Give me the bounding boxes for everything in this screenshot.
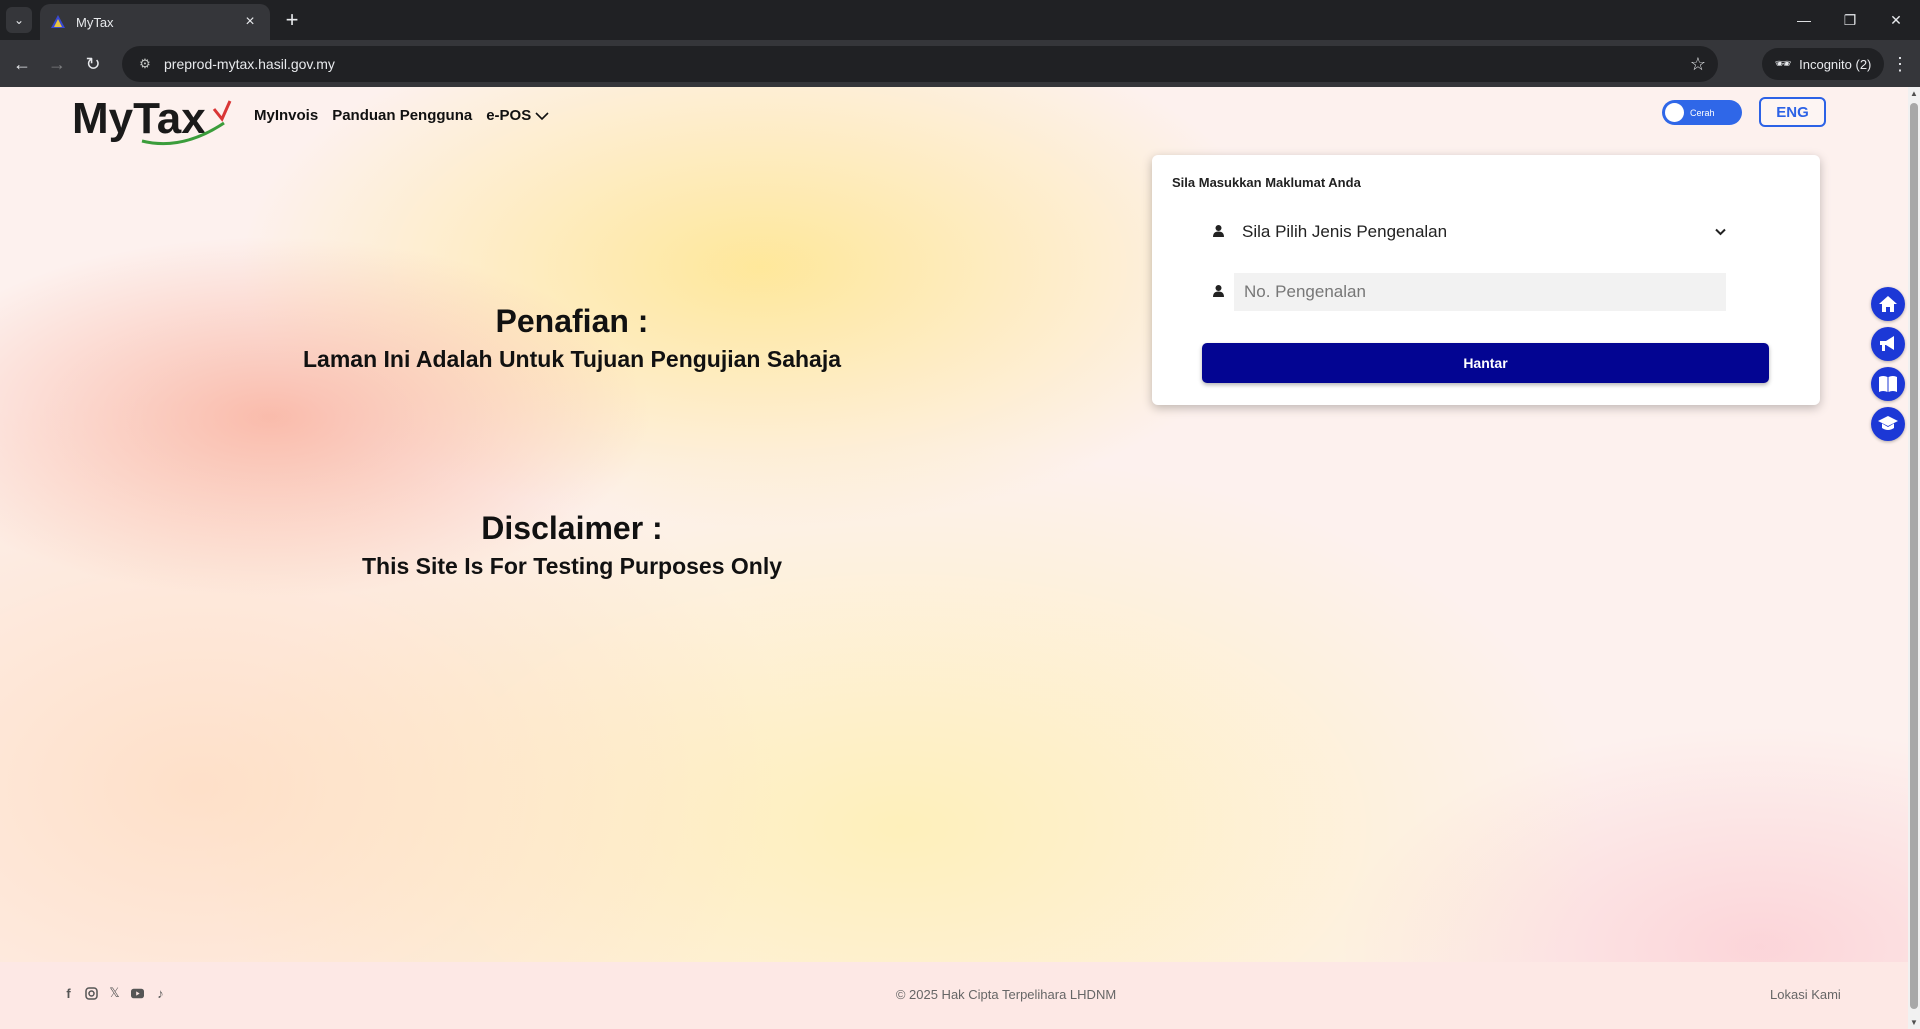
- tab-search-chevron-icon[interactable]: ⌄: [6, 7, 32, 33]
- chevron-down-icon: [1708, 225, 1732, 239]
- toggle-knob: [1665, 103, 1684, 122]
- nav-epos-label: e-POS: [486, 107, 532, 124]
- browser-tab[interactable]: MyTax ×: [40, 4, 270, 40]
- bookmark-star-icon[interactable]: ☆: [1678, 54, 1718, 75]
- malay-disclaimer-text: Laman Ini Adalah Untuk Tujuan Pengujian …: [302, 346, 842, 372]
- forward-arrow-icon[interactable]: →: [43, 50, 71, 78]
- user-icon: [1202, 224, 1234, 240]
- english-disclaimer: Disclaimer : This Site Is For Testing Pu…: [270, 510, 874, 580]
- browser-tabstrip: ⌄ MyTax × + — ❐ ✕: [0, 0, 1920, 40]
- page-scrollbar[interactable]: ▲ ▼: [1908, 87, 1920, 1029]
- incognito-icon: 🕶: [1774, 56, 1792, 71]
- user-icon: [1202, 284, 1234, 300]
- id-type-selected-value: Sila Pilih Jenis Pengenalan: [1242, 222, 1448, 241]
- id-number-field: [1202, 273, 1726, 311]
- back-arrow-icon[interactable]: ←: [8, 50, 36, 78]
- new-tab-plus-icon[interactable]: +: [280, 7, 304, 32]
- minimize-icon[interactable]: —: [1786, 6, 1822, 34]
- nav-panduan-pengguna[interactable]: Panduan Pengguna: [332, 107, 472, 124]
- main-nav: MyInvois Panduan Pengguna e-POS: [254, 107, 549, 124]
- english-disclaimer-title: Disclaimer :: [481, 510, 663, 546]
- submit-button[interactable]: Hantar: [1202, 343, 1769, 383]
- login-card: Sila Masukkan Maklumat Anda Sila Pilih J…: [1152, 155, 1820, 405]
- page-content: MyTax MyInvois Panduan Pengguna e-POS Ce…: [0, 87, 1908, 1029]
- mytax-favicon-icon: [51, 15, 65, 28]
- reload-icon[interactable]: ↻: [79, 50, 107, 78]
- login-card-title: Sila Masukkan Maklumat Anda: [1172, 175, 1361, 190]
- incognito-label: Incognito (2): [1799, 56, 1872, 72]
- english-disclaimer-text: This Site Is For Testing Purposes Only: [361, 553, 783, 579]
- browser-menu-icon[interactable]: ⋮: [1886, 50, 1914, 78]
- scroll-up-arrow-icon[interactable]: ▲: [1910, 89, 1918, 98]
- restore-icon[interactable]: ❐: [1832, 6, 1868, 34]
- chevron-down-icon: [535, 111, 549, 120]
- tab-title: MyTax: [76, 14, 114, 30]
- url-text[interactable]: preprod-mytax.hasil.gov.my: [164, 56, 1678, 72]
- svg-text:MyTax: MyTax: [72, 94, 206, 143]
- book-icon[interactable]: [1871, 367, 1905, 401]
- scroll-thumb[interactable]: [1910, 103, 1918, 1009]
- copyright-text: © 2025 Hak Cipta Terpelihara LHDNM: [895, 987, 1117, 1002]
- nav-epos[interactable]: e-POS: [486, 107, 549, 124]
- site-header: MyTax MyInvois Panduan Pengguna e-POS Ce…: [0, 87, 1908, 157]
- site-settings-icon[interactable]: ⚙: [130, 56, 160, 72]
- address-bar[interactable]: ⚙ preprod-mytax.hasil.gov.my ☆: [122, 46, 1718, 82]
- home-icon[interactable]: [1871, 287, 1905, 321]
- tab-close-icon[interactable]: ×: [240, 13, 260, 31]
- language-button[interactable]: ENG: [1759, 97, 1826, 127]
- id-type-select[interactable]: Sila Pilih Jenis Pengenalan: [1202, 213, 1732, 251]
- theme-toggle[interactable]: Cerah: [1662, 100, 1742, 125]
- incognito-badge[interactable]: 🕶 Incognito (2): [1762, 48, 1884, 80]
- malay-disclaimer: Penafian : Laman Ini Adalah Untuk Tujuan…: [270, 303, 874, 373]
- graduation-cap-icon[interactable]: [1871, 407, 1905, 441]
- theme-toggle-label: Cerah: [1690, 107, 1715, 118]
- scroll-down-arrow-icon[interactable]: ▼: [1910, 1018, 1918, 1027]
- location-link[interactable]: Lokasi Kami: [1770, 987, 1841, 1002]
- id-number-input[interactable]: [1234, 273, 1726, 311]
- close-window-icon[interactable]: ✕: [1878, 6, 1914, 34]
- mytax-logo[interactable]: MyTax: [72, 93, 232, 149]
- nav-myinvois[interactable]: MyInvois: [254, 107, 318, 124]
- malay-disclaimer-title: Penafian :: [495, 303, 649, 339]
- megaphone-icon[interactable]: [1871, 327, 1905, 361]
- browser-toolbar: ← → ↻ ⚙ preprod-mytax.hasil.gov.my ☆ 🕶 I…: [0, 40, 1920, 87]
- site-footer: f 𝕏 ♪ © 2025 Hak Cipta Terpelihara LHDNM…: [0, 962, 1908, 1029]
